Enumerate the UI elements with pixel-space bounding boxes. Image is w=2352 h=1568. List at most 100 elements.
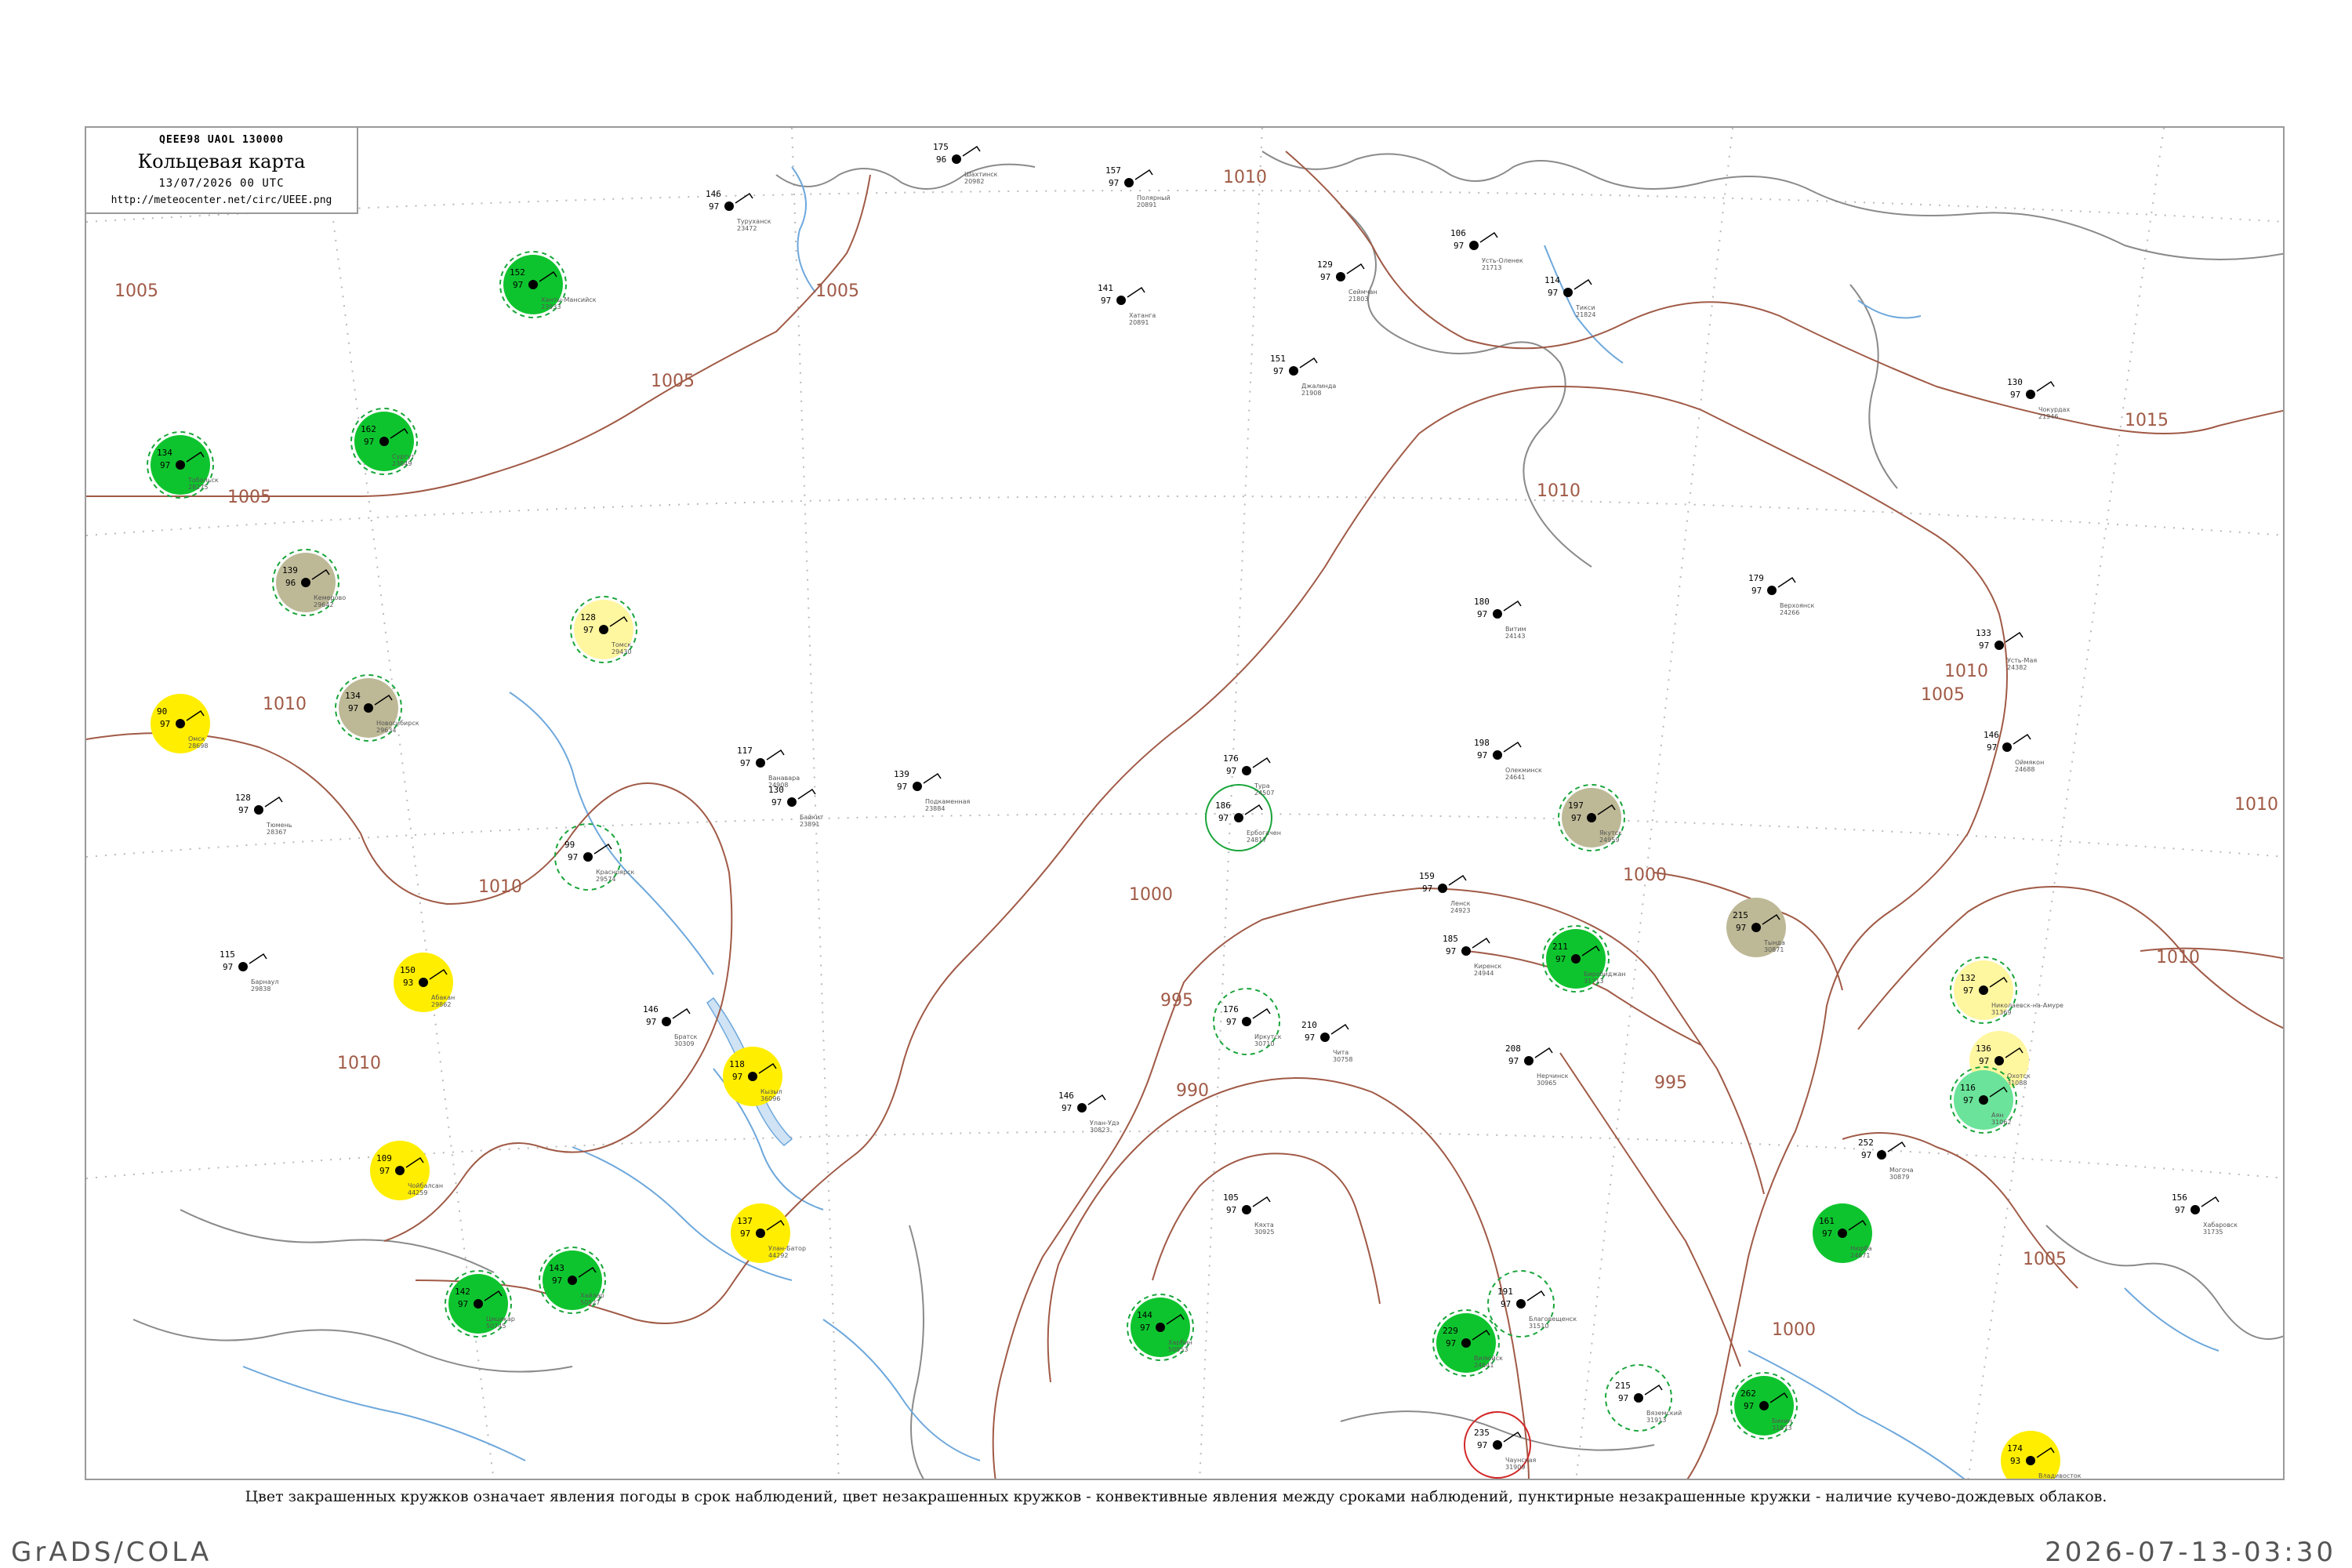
- station-index: 44259: [408, 1189, 427, 1196]
- station-marker[interactable]: 157 97 Полярный20891: [1105, 165, 1171, 209]
- station-pressure: 99: [564, 840, 575, 850]
- station-pressure: 90: [157, 706, 167, 717]
- station-index: 50953: [1168, 1346, 1188, 1353]
- station-marker[interactable]: 137 97 Улан-Батор44292: [731, 1203, 806, 1263]
- station-marker[interactable]: 174 93 Владивосток31960: [2001, 1431, 2082, 1480]
- station-marker[interactable]: 146 97 Улан-Удэ30823: [1058, 1091, 1120, 1134]
- station-name: Чаунская: [1505, 1457, 1536, 1464]
- station-marker[interactable]: 105 97 Кяхта30925: [1223, 1192, 1274, 1236]
- station-marker[interactable]: 114 97 Тикси21824: [1544, 275, 1595, 318]
- station-marker[interactable]: 197 97 Якутск24959: [1558, 784, 1625, 851]
- station-marker[interactable]: 90 97 Омск28698: [151, 694, 210, 753]
- station-marker[interactable]: 150 93 Абакан29862: [394, 953, 455, 1012]
- station-name: Нюрба: [1850, 1245, 1872, 1252]
- wind-barb-icon: [797, 788, 816, 800]
- station-marker[interactable]: 215 97 Вяземский31913: [1605, 1364, 1682, 1432]
- isobar-label: 1010: [263, 695, 307, 714]
- station-marker[interactable]: 99 97 Красноярск29574: [554, 823, 634, 891]
- station-name: Ленск: [1450, 900, 1471, 907]
- station-marker[interactable]: 159 97 Ленск24923: [1419, 871, 1471, 914]
- map-frame[interactable]: 1005 1005 1005 1010 1010 1010 1010 1015 …: [85, 126, 2285, 1480]
- cloud-cover-icon: [1516, 1299, 1526, 1308]
- station-marker[interactable]: 134 97 Тобольск28275: [147, 431, 219, 499]
- station-marker[interactable]: 129 97 Сеймчан21803: [1317, 260, 1377, 303]
- station-index: 29634: [376, 727, 396, 734]
- station-dewpoint: 97: [771, 797, 782, 808]
- station-marker[interactable]: 144 97 Харбин50953: [1127, 1294, 1194, 1361]
- station-dewpoint: 97: [1422, 884, 1432, 894]
- isobar-label: 1005: [227, 488, 271, 507]
- station-index: 21713: [1482, 264, 1501, 271]
- station-pressure: 146: [1058, 1091, 1074, 1101]
- station-marker[interactable]: 211 97 Биробиджан31713: [1542, 925, 1626, 993]
- source-url[interactable]: http://meteocenter.net/circ/UEEE.png: [86, 194, 357, 206]
- station-marker[interactable]: 208 97 Нерчинск30965: [1505, 1044, 1569, 1087]
- cloud-cover-icon: [756, 758, 765, 768]
- cloud-cover-icon: [583, 852, 593, 862]
- station-name: Хайлар: [580, 1292, 604, 1299]
- map-canvas[interactable]: 1005 1005 1005 1010 1010 1010 1010 1015 …: [86, 128, 2285, 1480]
- station-marker[interactable]: 176 97 Тура24507: [1223, 753, 1274, 797]
- station-marker[interactable]: 156 97 Хабаровск31735: [2172, 1192, 2238, 1236]
- station-dewpoint: 93: [2010, 1456, 2020, 1466]
- station-marker[interactable]: 141 97 Хатанга20891: [1098, 283, 1156, 326]
- station-marker[interactable]: 130 97 Байкит23891: [768, 785, 824, 828]
- station-dewpoint: 97: [1226, 766, 1236, 776]
- station-marker[interactable]: 191 97 Благовещенск31510: [1487, 1270, 1577, 1338]
- station-marker[interactable]: 109 97 Чойбалсан44259: [370, 1141, 443, 1200]
- station-marker[interactable]: 198 97 Олекминск24641: [1474, 738, 1542, 781]
- station-marker[interactable]: 162 97 Сургут23849: [350, 408, 418, 475]
- station-marker[interactable]: 115 97 Барнаул29838: [220, 949, 278, 993]
- station-marker[interactable]: 139 96 Кемерово29642: [272, 549, 346, 616]
- cloud-cover-icon: [1116, 296, 1126, 305]
- station-marker[interactable]: 128 97 Тюмень28367: [235, 793, 292, 836]
- station-name: Вяземский: [1646, 1410, 1682, 1417]
- station-marker[interactable]: 152 97 Ханты-Мансийск23933: [499, 251, 597, 318]
- station-marker[interactable]: 262 97 Бикин31873: [1730, 1372, 1798, 1439]
- cloud-cover-icon: [1634, 1393, 1643, 1403]
- station-name: Оймякон: [2015, 759, 2044, 766]
- station-pressure: 146: [643, 1004, 659, 1014]
- cloud-cover-icon: [952, 154, 961, 164]
- station-marker[interactable]: 118 97 Кызыл36096: [723, 1047, 782, 1106]
- station-marker[interactable]: 146 97 Туруханск23472: [706, 189, 771, 232]
- station-dewpoint: 97: [1305, 1033, 1315, 1043]
- station-marker[interactable]: 139 97 Подкаменная23884: [894, 769, 970, 812]
- station-marker[interactable]: 151 97 Джалинда21908: [1270, 354, 1336, 397]
- station-marker[interactable]: 161 97 Нюрба24671: [1813, 1203, 1872, 1263]
- station-marker[interactable]: 142 97 Цицикар50745: [445, 1270, 515, 1338]
- station-dewpoint: 97: [1736, 923, 1746, 933]
- station-index: 30965: [1537, 1080, 1556, 1087]
- station-marker[interactable]: 252 97 Могоча30879: [1858, 1138, 1914, 1181]
- station-marker[interactable]: 134 97 Новосибирск29634: [335, 674, 419, 742]
- station-marker[interactable]: 175 96 Шахтинск20982: [933, 142, 998, 185]
- station-index: 21908: [1301, 390, 1321, 397]
- cloud-cover-icon: [2190, 1205, 2200, 1214]
- station-marker[interactable]: 11797Ванавара24908: [737, 746, 800, 789]
- station-pressure: 128: [235, 793, 251, 803]
- station-marker[interactable]: 106 97 Усть-Оленек21713: [1450, 228, 1523, 271]
- isobar-label: 1005: [815, 281, 859, 301]
- station-marker[interactable]: 146 97 Братск30309: [643, 1004, 698, 1047]
- station-dewpoint: 97: [1861, 1150, 1871, 1160]
- station-marker[interactable]: 128 97 Томск29430: [570, 596, 637, 663]
- station-index: 20982: [964, 178, 984, 185]
- station-marker[interactable]: 176 97 Иркутск30710: [1213, 988, 1282, 1055]
- station-marker[interactable]: 132 97 Николаевск-на-Амуре31369: [1950, 956, 2063, 1024]
- wind-barb-icon: [1346, 263, 1365, 274]
- station-marker[interactable]: 210 97 Чита30758: [1301, 1020, 1352, 1063]
- station-dewpoint: 97: [646, 1017, 656, 1027]
- wind-barb-icon: [2036, 380, 2055, 392]
- station-pressure: 134: [345, 691, 361, 701]
- station-pressure: 229: [1443, 1326, 1458, 1336]
- station-marker[interactable]: 179 97 Верхоянск24266: [1748, 573, 1815, 616]
- station-marker[interactable]: 215 97 Тында30871: [1726, 898, 1786, 957]
- station-marker[interactable]: 130 97 Чокурдах21946: [2007, 377, 2070, 420]
- station-name: Барнаул: [251, 978, 278, 985]
- station-marker[interactable]: 143 97 Хайлар50527: [539, 1247, 606, 1314]
- cloud-cover-icon: [176, 460, 185, 470]
- cloud-cover-icon: [1234, 813, 1243, 822]
- station-marker[interactable]: 185 97 Киренск24944: [1443, 934, 1502, 977]
- station-marker[interactable]: 180 97 Витим24143: [1474, 597, 1526, 640]
- station-index: 30309: [674, 1040, 694, 1047]
